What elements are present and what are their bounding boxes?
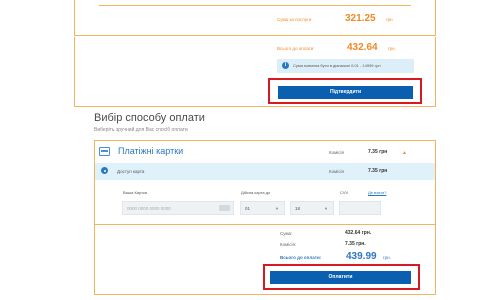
- year-select[interactable]: 18 ▼: [290, 201, 334, 215]
- grand-total-label: Всього до оплати:: [280, 255, 322, 260]
- pay-button[interactable]: Оплатити: [270, 271, 411, 284]
- month-select[interactable]: 01 ▼: [240, 201, 285, 215]
- total-label: Всього до оплати:: [277, 46, 315, 51]
- total-value: 432.64: [347, 42, 378, 53]
- chevron-down-icon: ▼: [324, 206, 328, 211]
- year-value: 18: [295, 206, 301, 211]
- month-value: 01: [245, 206, 251, 211]
- fee-value: 321.25: [345, 13, 376, 24]
- card-option-radio[interactable]: [101, 167, 108, 174]
- sum-label: Сума:: [280, 231, 293, 236]
- info-icon: i: [282, 62, 289, 69]
- info-text: Сума повинна бути в діапазоні 0.01 - 149…: [293, 63, 381, 68]
- section-subtitle: Виберіть зручний для Вас спосіб оплати: [94, 127, 188, 133]
- chevron-down-icon: ▼: [275, 206, 279, 211]
- card-number-label: Ваша Картка: [123, 190, 148, 195]
- divider: [95, 224, 435, 225]
- card-number-input[interactable]: 0000 0000 0000 0000: [122, 201, 234, 215]
- cvv-input[interactable]: [339, 201, 381, 215]
- method-commission-label: Комісія: [329, 150, 344, 155]
- chevron-up-icon[interactable]: ▲: [402, 150, 407, 156]
- card-option-label: Доступ карта: [117, 169, 145, 174]
- card-option-commission-value: 7.35 грн: [368, 168, 388, 174]
- fee-label: Сума за послуги: [277, 17, 312, 22]
- card-number-placeholder: 0000 0000 0000 0000: [127, 206, 171, 211]
- grand-total-currency: грн.: [383, 255, 391, 260]
- method-commission-value: 7.35 грн: [368, 149, 388, 155]
- sum-value: 432.64 грн.: [345, 230, 372, 236]
- summary-card-top: [74, 0, 436, 36]
- total-currency: грн.: [388, 46, 396, 51]
- cvv-help-link[interactable]: Де взяти?: [368, 190, 386, 195]
- commission-value: 7.35 грн.: [345, 241, 366, 247]
- card-chip-icon: [219, 205, 230, 211]
- cvv-label: CVV: [340, 190, 349, 195]
- fee-currency: грн: [386, 17, 393, 22]
- confirm-button[interactable]: Підтвердити: [278, 86, 413, 99]
- method-title[interactable]: Платіжні картки: [118, 146, 183, 156]
- commission-label: Комісія:: [280, 242, 297, 247]
- section-title: Вибір способу оплати: [94, 112, 205, 124]
- valid-until-label: Дійсна карта до: [241, 190, 271, 195]
- card-option-commission-label: Комісія: [329, 169, 344, 174]
- credit-card-icon: [99, 147, 110, 156]
- grand-total-value: 439.99: [346, 251, 377, 262]
